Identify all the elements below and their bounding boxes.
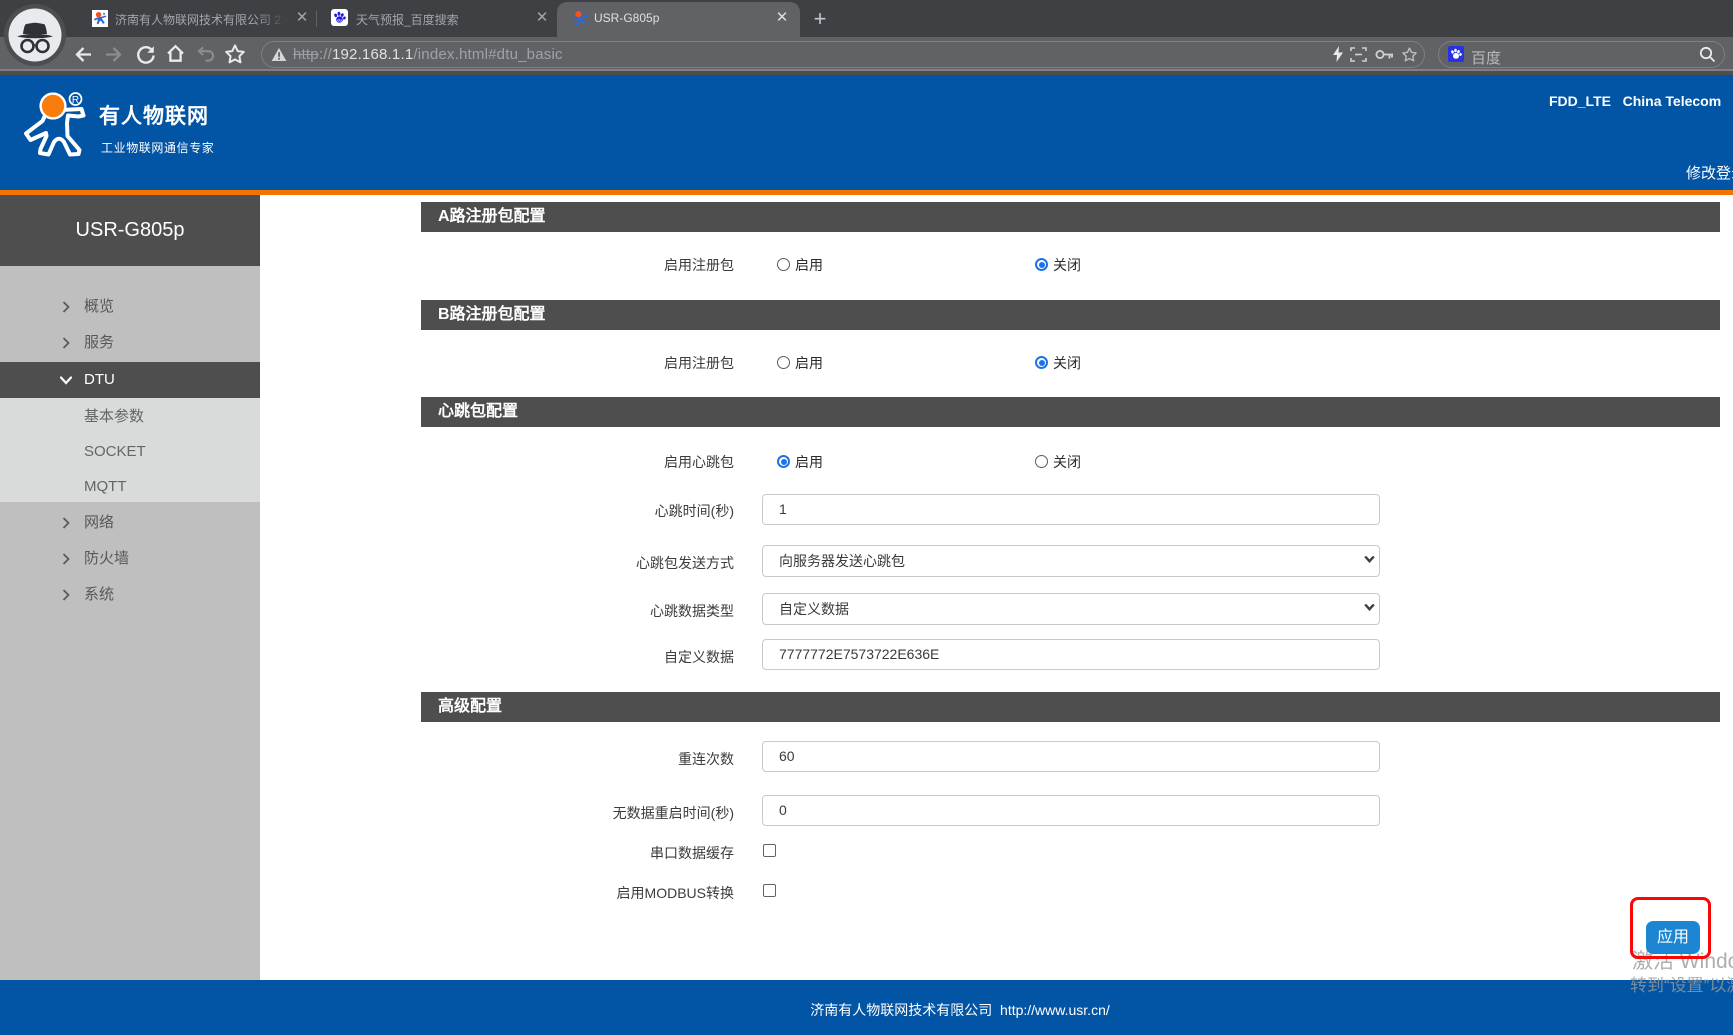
svg-text:R: R — [72, 95, 79, 106]
svg-text:du: du — [337, 18, 342, 22]
